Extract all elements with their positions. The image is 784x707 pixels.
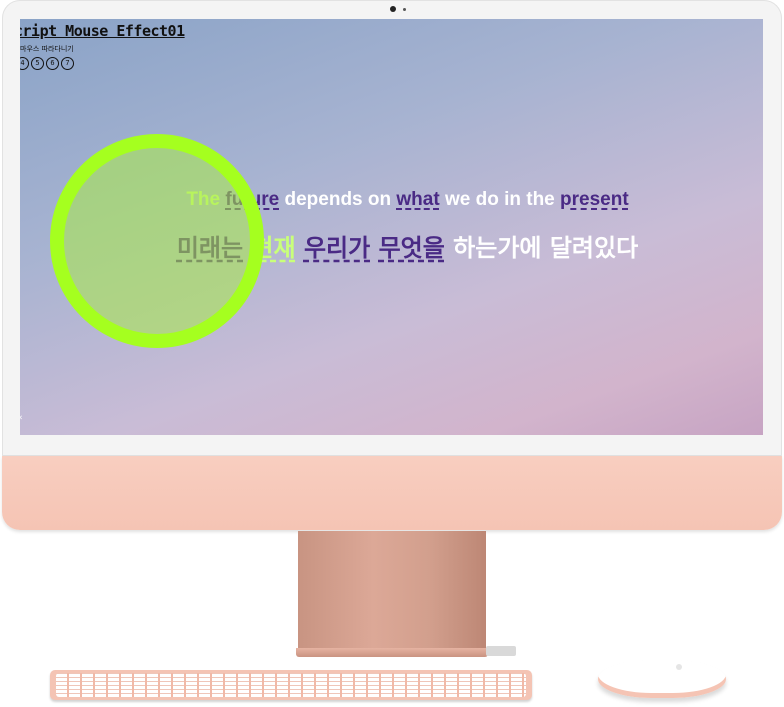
quote-word-link[interactable]: future <box>225 189 279 210</box>
apple-logo-icon <box>676 664 682 670</box>
monitor-stand <box>298 531 486 650</box>
page-subtitle: 마우스 따라다니기 <box>20 45 74 53</box>
quote-word: 현재 <box>251 234 296 262</box>
quote-word-link[interactable]: 우리가 <box>304 234 370 262</box>
quote-word-link[interactable]: 미래는 <box>177 234 243 262</box>
screen[interactable]: cript Mouse Effect01 마우스 따라다니기 4 5 6 7 T… <box>20 19 763 435</box>
page-title[interactable]: cript Mouse Effect01 <box>20 22 185 40</box>
korean-quote: 미래는 현재 우리가 무엇을 하는가에 달려있다 <box>20 228 763 263</box>
pager-item-4[interactable]: 4 <box>20 57 29 70</box>
keyboard-keys <box>56 673 526 697</box>
magic-mouse <box>598 660 726 698</box>
quote-word-link[interactable]: 무엇을 <box>379 234 445 262</box>
pager-item-7[interactable]: 7 <box>61 57 74 70</box>
quote-word-link[interactable]: what <box>396 189 439 210</box>
quote-word: The <box>186 189 221 210</box>
english-quote: The future depends on what we do in the … <box>20 189 763 211</box>
camera-icon <box>390 6 396 12</box>
quote-word: 하는가에 달려있다 <box>453 234 639 262</box>
quote-word: depends on <box>284 189 392 210</box>
quote-word-link[interactable]: present <box>560 189 629 210</box>
quote-word: we do in the <box>444 189 555 210</box>
pager: 4 5 6 7 <box>20 57 74 70</box>
monitor-stand-foot <box>296 648 488 657</box>
stand-shadow <box>486 646 516 656</box>
keyboard <box>50 670 532 700</box>
sensor-dot <box>403 8 406 11</box>
monitor-chin <box>2 456 782 530</box>
scroll-left-icon[interactable]: ‹ <box>20 413 23 423</box>
pager-item-6[interactable]: 6 <box>46 57 59 70</box>
pager-item-5[interactable]: 5 <box>31 57 44 70</box>
